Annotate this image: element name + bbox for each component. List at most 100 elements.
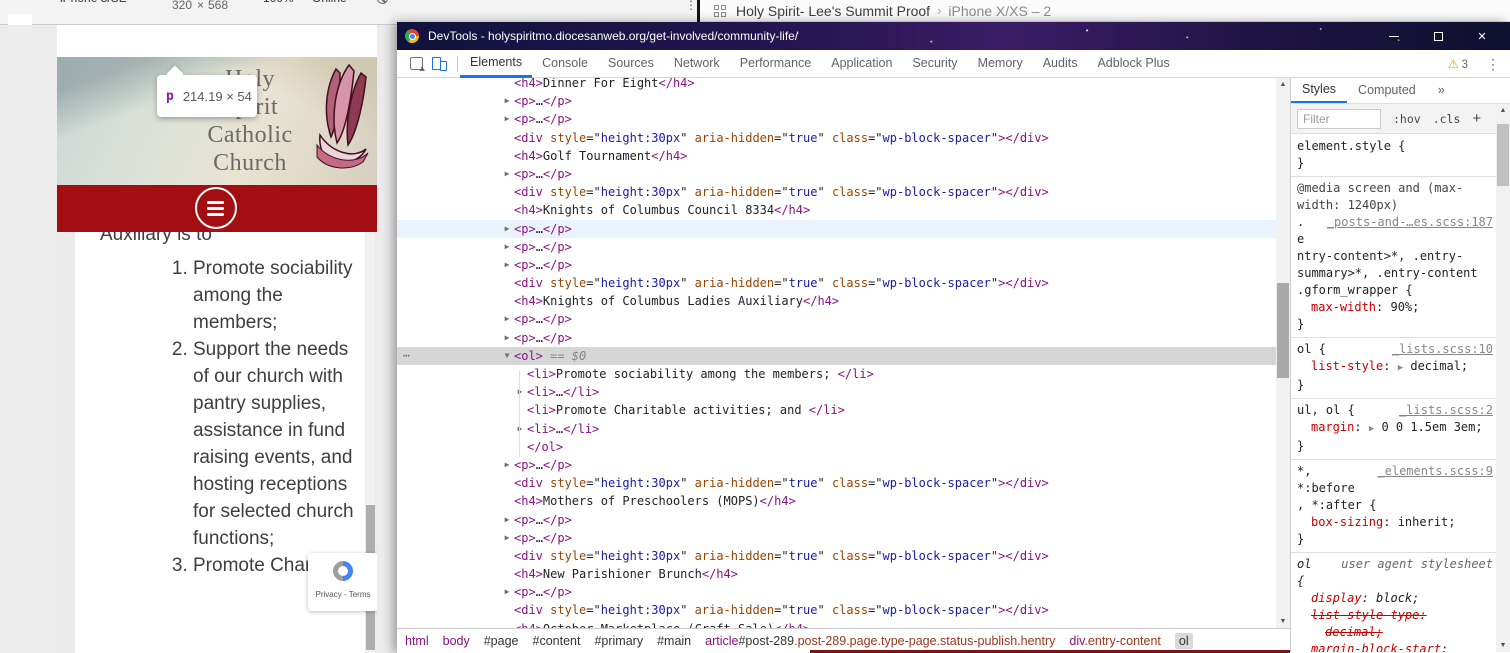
background-doc-title[interactable]: Holy Spirit- Lee's Summit Proof [736,3,930,19]
dom-row[interactable]: <div style="height:30px" aria-hidden="tr… [397,547,1276,565]
stylesheet-source-link[interactable]: _elements.scss:9 [1377,463,1493,480]
styles-tab-computed[interactable]: Computed [1347,78,1427,103]
dom-row[interactable]: <h4>October Marketplace (Craft Sale)</h4… [397,620,1276,628]
dom-row[interactable]: ▶<li>…</li> [397,420,1276,438]
dom-row[interactable]: <h4>Knights of Columbus Council 8334</h4… [397,201,1276,219]
scrollbar-thumb[interactable] [1497,124,1509,186]
close-button[interactable]: ✕ [1460,22,1504,50]
dom-row[interactable]: <h4>Golf Tournament</h4> [397,147,1276,165]
dom-row[interactable]: <div style="height:30px" aria-hidden="tr… [397,183,1276,201]
breadcrumb-item[interactable]: ol [1174,632,1193,649]
tab-sources[interactable]: Sources [598,50,664,78]
dom-row[interactable]: <h4>Dinner For Eight</h4> [397,78,1276,92]
expand-arrow-icon[interactable]: ▶ [501,310,513,328]
recaptcha-badge[interactable]: Privacy - Terms [308,553,377,611]
expand-arrow-icon[interactable]: ▶ [501,220,513,238]
expand-arrow-icon[interactable]: ▼ [501,347,513,365]
breadcrumb-item[interactable]: div.entry-content [1069,634,1161,648]
breadcrumb-item[interactable]: html [405,634,429,648]
stylesheet-source-link[interactable]: _lists.scss:2 [1399,402,1493,419]
styles-tab-»[interactable]: » [1427,78,1456,103]
elements-scrollbar[interactable]: ▲ ▼ [1276,78,1290,628]
dom-row[interactable]: ▶<li>…</li> [397,383,1276,401]
dom-row[interactable]: ▶ <p>…</p> [397,456,1276,474]
viewport-width-field[interactable]: 320 [172,0,192,18]
style-rule[interactable]: _elements.scss:9 *, *:before, *:after {box… [1291,460,1497,553]
breadcrumb-item[interactable]: #page [484,634,519,648]
dom-row[interactable]: <h4>Knights of Columbus Ladies Auxiliary… [397,292,1276,310]
expand-arrow-icon[interactable]: ▶ [501,511,513,529]
dom-row[interactable]: ▶ <p>…</p> [397,238,1276,256]
style-rule[interactable]: _lists.scss:10 ol {list-style: ▶ decimal;… [1291,338,1497,399]
stylesheet-source-link[interactable]: _lists.scss:10 [1392,341,1493,358]
tab-performance[interactable]: Performance [730,50,822,78]
breadcrumb-item[interactable]: body [443,634,470,648]
devtools-titlebar[interactable]: DevTools - holyspiritmo.diocesanweb.org/… [397,22,1510,50]
style-rule[interactable]: element.style {} [1291,135,1497,177]
dom-row[interactable]: <li>Promote Charitable activities; and <… [397,401,1276,419]
dom-row[interactable]: <h4>New Parishioner Brunch</h4> [397,565,1276,583]
breadcrumb-item[interactable]: #primary [594,634,643,648]
tab-audits[interactable]: Audits [1033,50,1088,78]
expand-arrow-icon[interactable]: ▶ [501,456,513,474]
warning-counter[interactable]: ⚠ 3 [1448,57,1468,71]
dom-row[interactable]: ▶ <p>…</p> [397,256,1276,274]
dom-row[interactable]: ▶ <p>…</p> [397,511,1276,529]
styles-scrollbar[interactable]: ▲ ▼ [1496,104,1510,652]
stylesheet-source-link[interactable]: _posts-and-…es.scss:187 [1327,214,1493,231]
dom-row[interactable]: <div style="height:30px" aria-hidden="tr… [397,474,1276,492]
dom-row[interactable]: ▶ <p>…</p> [397,529,1276,547]
background-doc-page[interactable]: iPhone X/XS – 2 [948,3,1051,19]
expand-arrow-icon[interactable]: ▶ [501,329,513,347]
style-rule[interactable]: user agent stylesheet ol{display: block; l… [1291,553,1497,652]
tab-console[interactable]: Console [532,50,598,78]
expand-arrow-icon[interactable]: ▶ [501,165,513,183]
dom-row[interactable]: ▶ <p>…</p> [397,583,1276,601]
kebab-menu-icon[interactable]: ⋮ [685,0,697,18]
tab-security[interactable]: Security [902,50,967,78]
toggle-class-button[interactable]: .cls [1433,112,1461,126]
expand-arrow-icon[interactable]: ▶ [501,256,513,274]
dom-row[interactable]: ⋯ ▼ <ol> == $0 [397,346,1276,365]
tab-network[interactable]: Network [664,50,730,78]
dom-row[interactable]: <li>Promote sociability among the member… [397,365,1276,383]
expand-arrow-icon[interactable]: ▶ [501,238,513,256]
toggle-hover-state-button[interactable]: :hov [1393,112,1421,126]
expand-arrow-icon[interactable]: ▶ [501,92,513,110]
dom-row[interactable]: </ol> [397,438,1276,456]
new-style-rule-button[interactable]: + [1472,110,1481,127]
styles-filter-input[interactable] [1297,108,1381,129]
expand-arrow-icon[interactable]: ▶ [501,583,513,601]
breadcrumb-item[interactable]: #main [657,634,691,648]
dom-row[interactable]: ▶ <p>…</p> [397,92,1276,110]
inspect-element-icon[interactable] [410,57,423,70]
dom-row[interactable]: ▶ <p>…</p> [397,110,1276,128]
scrollbar-thumb[interactable] [1277,283,1289,378]
tab-elements[interactable]: Elements [460,50,533,78]
scroll-up-icon[interactable]: ▲ [1276,78,1290,91]
viewport-height-field[interactable]: 568 [208,0,228,18]
tab-adblock-plus[interactable]: Adblock Plus [1087,50,1179,78]
tab-application[interactable]: Application [821,50,902,78]
dom-row[interactable]: ▶ <p>…</p> [397,165,1276,183]
throttle-icon[interactable] [377,0,388,4]
style-rule[interactable]: @media screen and (max-width: 1240px) _po… [1291,177,1497,338]
dom-row[interactable]: <div style="height:30px" aria-hidden="tr… [397,601,1276,619]
dom-row[interactable]: ▶ <p>…</p> [397,329,1276,347]
kebab-menu-icon[interactable]: ⋮ [1486,56,1500,73]
recaptcha-label[interactable]: Privacy - Terms [308,590,377,599]
hamburger-menu-icon[interactable] [195,187,237,229]
dom-row[interactable]: <h4>Mothers of Preschoolers (MOPS)</h4> [397,492,1276,510]
scroll-up-icon[interactable]: ▲ [1496,104,1510,117]
dom-row[interactable]: ▶ <p>…</p> [397,219,1276,238]
style-rule[interactable]: _lists.scss:2 ul, ol {margin: ▶ 0 0 1.5em… [1291,399,1497,460]
tab-memory[interactable]: Memory [968,50,1033,78]
expand-arrow-icon[interactable]: ▶ [501,529,513,547]
breadcrumb-item[interactable]: #content [533,634,581,648]
scroll-down-icon[interactable]: ▼ [1276,615,1290,628]
minimize-button[interactable] [1372,22,1416,50]
device-toolbar-toggle-icon[interactable] [432,56,447,71]
dom-row[interactable]: <div style="height:30px" aria-hidden="tr… [397,274,1276,292]
expand-arrow-icon[interactable]: ▶ [514,383,526,401]
row-actions-icon[interactable]: ⋯ [403,347,410,365]
